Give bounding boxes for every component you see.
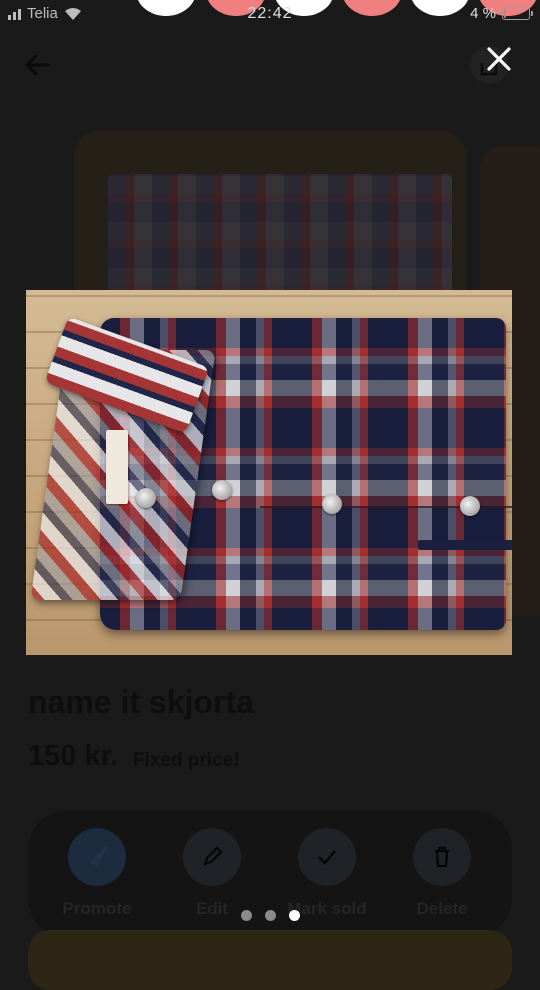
mark-sold-icon-circle — [298, 828, 356, 886]
photo-button — [322, 494, 342, 514]
edit-button[interactable]: Edit — [157, 828, 267, 919]
checkmark-icon — [318, 850, 336, 865]
rocket-icon — [90, 846, 108, 868]
pagination-dot-active[interactable] — [288, 910, 300, 921]
close-button[interactable] — [480, 40, 518, 78]
photo-button — [460, 496, 480, 516]
arrow-left-icon[interactable] — [20, 48, 54, 82]
battery-fill — [504, 9, 506, 18]
listing-price: 150 kr. — [28, 740, 119, 772]
battery-percent: 4 % — [470, 5, 496, 22]
delete-button[interactable]: Delete — [387, 828, 497, 919]
clock: 22:42 — [247, 5, 293, 22]
promote-button[interactable]: Promote — [42, 828, 152, 919]
delete-icon-circle — [413, 828, 471, 886]
photo-button — [136, 488, 156, 508]
trash-icon — [435, 846, 449, 868]
promote-icon-circle — [68, 828, 126, 886]
edit-icon-circle — [183, 828, 241, 886]
photo-button — [212, 480, 232, 500]
image-pagination — [0, 910, 540, 921]
status-right: 4 % — [470, 5, 533, 22]
pagination-dot[interactable] — [240, 910, 252, 921]
pencil-icon — [203, 846, 223, 866]
photo-label-tag — [106, 430, 128, 504]
battery-icon — [502, 7, 533, 20]
fullscreen-photo[interactable] — [26, 290, 512, 655]
close-icon — [487, 47, 511, 71]
listing-title: name it skjorta — [28, 684, 254, 720]
mark-sold-button[interactable]: Mark sold — [272, 828, 382, 919]
price-note: Fixed price! — [133, 750, 240, 771]
bottom-banner — [28, 930, 512, 990]
status-bar: Telia 22:42 4 % — [0, 0, 540, 30]
photo-pocket-flap — [418, 540, 512, 550]
pagination-dot[interactable] — [264, 910, 276, 921]
